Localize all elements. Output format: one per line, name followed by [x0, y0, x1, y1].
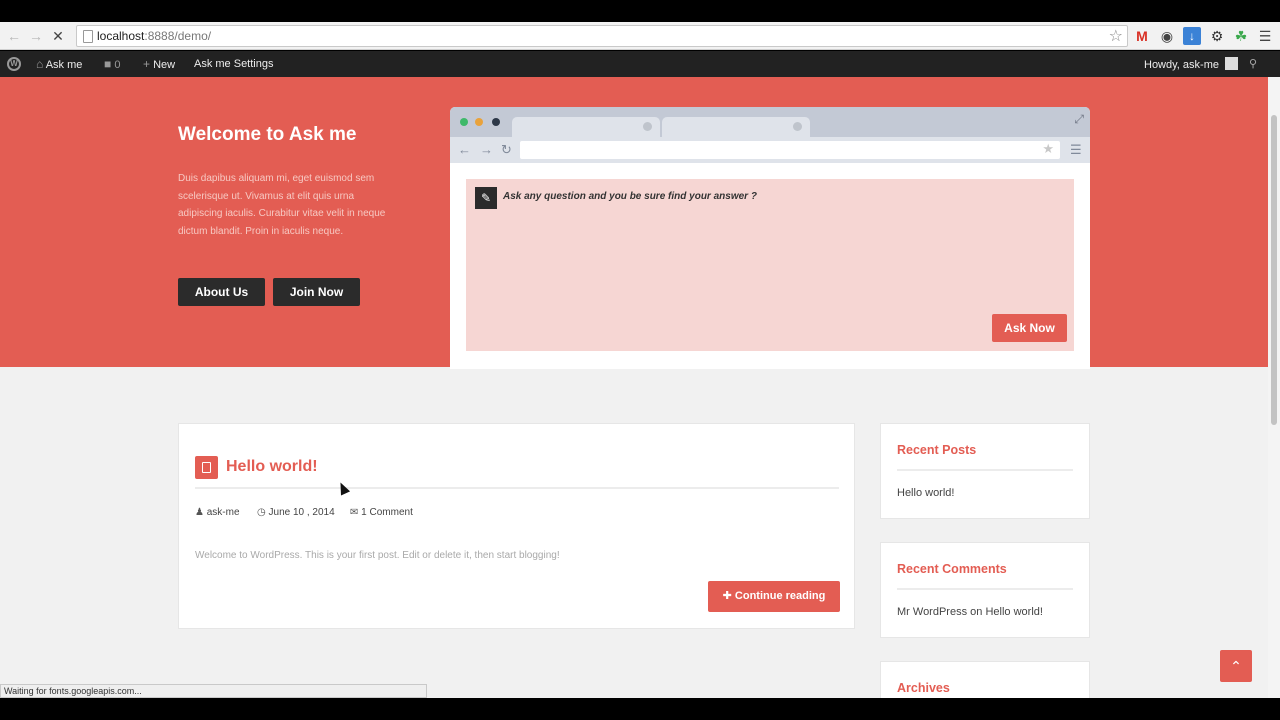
admin-settings-link[interactable]: Ask me Settings — [194, 57, 273, 71]
avatar — [1225, 57, 1239, 70]
settings-gear-icon[interactable]: ⚙ — [1208, 27, 1226, 45]
comment-on-text: on — [970, 606, 983, 618]
url-text: localhost:8888/demo/ — [97, 29, 212, 43]
mock-forward-icon: → — [480, 142, 493, 157]
home-icon: ⌂ — [36, 57, 44, 71]
ask-now-button[interactable]: Ask Now — [992, 314, 1067, 342]
admin-new-link[interactable]: + New — [143, 57, 175, 71]
widget-recent-comments: Recent Comments Mr WordPress on Hello wo… — [880, 542, 1090, 638]
divider — [897, 469, 1073, 471]
screen: ← → ✕ localhost:8888/demo/ ☆ M ◉ ↓ ⚙ ☘ ☰… — [0, 0, 1280, 720]
join-now-button[interactable]: Join Now — [273, 278, 360, 306]
extension-icon[interactable]: ◉ — [1158, 27, 1176, 45]
ask-question-placeholder: Ask any question and you be sure find yo… — [503, 191, 757, 202]
window-dot-green — [460, 118, 468, 126]
mock-browser-titlebar: ⤢ — [450, 107, 1090, 137]
admin-comments-link[interactable]: ■ 0 — [104, 57, 120, 71]
comments-icon: ✉ — [350, 507, 359, 518]
forward-arrow-icon[interactable]: → — [28, 28, 44, 44]
page-scrollbar[interactable] — [1268, 77, 1280, 698]
recent-comment-item: Mr WordPress on Hello world! — [897, 606, 1043, 618]
post-date: ◷ June 10 , 2014 — [257, 507, 335, 518]
browser-toolbar: ← → ✕ localhost:8888/demo/ ☆ M ◉ ↓ ⚙ ☘ ☰ — [0, 22, 1280, 50]
stop-icon[interactable]: ✕ — [50, 28, 66, 44]
pencil-icon: ✎ — [475, 187, 497, 209]
widget-title: Archives — [897, 681, 950, 695]
clock-icon: ◷ — [257, 507, 266, 518]
mock-reload-icon: ↻ — [501, 142, 512, 157]
admin-howdy-link[interactable]: Howdy, ask-me — [1144, 57, 1239, 71]
post-author-name: ask-me — [206, 507, 240, 518]
bottom-bar — [0, 698, 1280, 720]
hero-title: Welcome to Ask me — [178, 124, 357, 145]
page-icon — [83, 30, 93, 43]
admin-site-link[interactable]: ⌂ Ask me — [36, 57, 82, 71]
ask-question-area[interactable]: ✎ Ask any question and you be sure find … — [466, 179, 1074, 351]
hero-section: Welcome to Ask me Duis dapibus aliquam m… — [0, 77, 1268, 369]
window-dot-orange — [475, 118, 483, 126]
document-icon — [195, 456, 218, 479]
recent-post-link[interactable]: Hello world! — [897, 487, 954, 499]
howdy-text: Howdy, ask-me — [1144, 59, 1219, 71]
new-label: New — [153, 59, 176, 71]
mock-tab — [512, 117, 660, 137]
download-icon[interactable]: ↓ — [1183, 27, 1201, 45]
leaf-icon[interactable]: ☘ — [1232, 27, 1250, 45]
comment-icon: ■ — [104, 57, 112, 71]
chevron-up-icon[interactable]: ⌃ — [1220, 650, 1252, 682]
user-icon: ♟ — [195, 507, 204, 518]
mock-tab — [662, 117, 810, 137]
menu-icon[interactable]: ☰ — [1256, 27, 1274, 45]
mock-back-icon: ← — [458, 142, 471, 157]
plus-icon: + — [143, 57, 151, 71]
about-us-button[interactable]: About Us — [178, 278, 265, 306]
post-title[interactable]: Hello world! — [226, 458, 318, 476]
window-dot-dark — [492, 118, 500, 126]
back-arrow-icon[interactable]: ← — [6, 28, 22, 44]
wordpress-logo-icon[interactable]: W — [7, 56, 21, 71]
post-comments-text: 1 Comment — [361, 507, 413, 518]
mock-menu-icon: ☰ — [1070, 142, 1082, 157]
mock-address-bar: ★ — [520, 141, 1060, 159]
post-card: Hello world! ♟ ask-me ◷ June 10 , 2014 ✉… — [178, 423, 855, 629]
mock-star-icon: ★ — [1042, 141, 1054, 156]
post-author[interactable]: ♟ ask-me — [195, 507, 240, 518]
continue-reading-label: Continue reading — [734, 590, 826, 602]
widget-recent-posts: Recent Posts Hello world! — [880, 423, 1090, 519]
hero-description: Duis dapibus aliquam mi, eget euismod se… — [178, 173, 386, 237]
browser-status-bar: Waiting for fonts.googleapis.com... — [0, 684, 427, 698]
comment-post-link[interactable]: Hello world! — [985, 606, 1042, 618]
post-excerpt: Welcome to WordPress. This is your first… — [195, 550, 560, 561]
divider — [897, 588, 1073, 590]
page-content: Welcome to Ask me Duis dapibus aliquam m… — [0, 77, 1268, 698]
post-comments[interactable]: ✉ 1 Comment — [350, 507, 413, 518]
mock-browser-frame: ⤢ ← → ↻ ★ ☰ ✎ Ask any question and you b… — [450, 107, 1090, 369]
continue-reading-button[interactable]: ✚ Continue reading — [708, 581, 840, 612]
comment-author-link[interactable]: Mr WordPress — [897, 606, 967, 618]
divider — [195, 487, 839, 489]
expand-icon: ⤢ — [1074, 112, 1084, 126]
comments-count: 0 — [114, 59, 121, 71]
post-date-text: June 10 , 2014 — [268, 507, 335, 518]
search-icon[interactable]: ⚲ — [1249, 57, 1257, 71]
address-bar[interactable]: localhost:8888/demo/ ☆ — [76, 25, 1128, 47]
gmail-icon[interactable]: M — [1133, 27, 1151, 45]
widget-title: Recent Comments — [897, 562, 1007, 576]
wp-admin-bar: W ⌂ Ask me ■ 0 + New Ask me Settings How… — [0, 51, 1280, 77]
scrollbar-thumb[interactable] — [1271, 115, 1277, 425]
mock-browser-toolbar: ← → ↻ ★ ☰ — [450, 137, 1090, 163]
bookmark-star-icon[interactable]: ☆ — [1109, 26, 1123, 46]
admin-site-name: Ask me — [45, 59, 83, 71]
widget-archives: Archives — [880, 661, 1090, 698]
widget-title: Recent Posts — [897, 443, 977, 457]
